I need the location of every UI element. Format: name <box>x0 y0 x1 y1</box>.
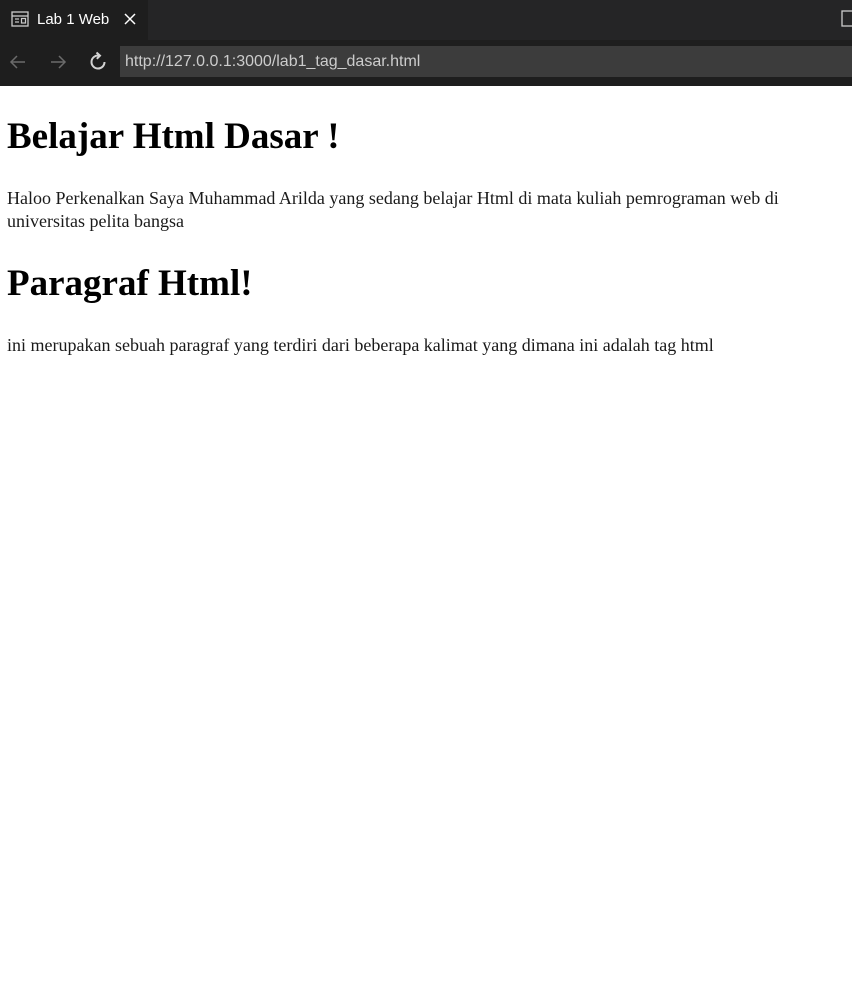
section-paragraph: ini merupakan sebuah paragraf yang terdi… <box>7 335 714 355</box>
split-editor-icon[interactable] <box>841 10 852 27</box>
page-content: Belajar Html Dasar ! Haloo Perkenalkan S… <box>0 86 852 1007</box>
browser-preview-icon <box>11 11 29 27</box>
tab-title: Lab 1 Web <box>37 11 110 28</box>
back-arrow-icon[interactable] <box>6 50 30 74</box>
section-heading: Paragraf Html! <box>7 263 253 304</box>
forward-arrow-icon[interactable] <box>46 50 70 74</box>
navigation-bar <box>0 40 852 86</box>
intro-paragraph-line1: Haloo Perkenalkan Saya Muhammad Arilda y… <box>7 188 779 208</box>
tab-bar: Lab 1 Web <box>0 0 852 40</box>
page-heading: Belajar Html Dasar ! <box>7 116 340 157</box>
url-input[interactable] <box>120 46 852 77</box>
intro-paragraph-line2: universitas pelita bangsa <box>7 211 184 231</box>
browser-tab[interactable]: Lab 1 Web <box>0 0 148 40</box>
reload-icon[interactable] <box>86 50 110 74</box>
close-icon[interactable] <box>122 10 138 28</box>
